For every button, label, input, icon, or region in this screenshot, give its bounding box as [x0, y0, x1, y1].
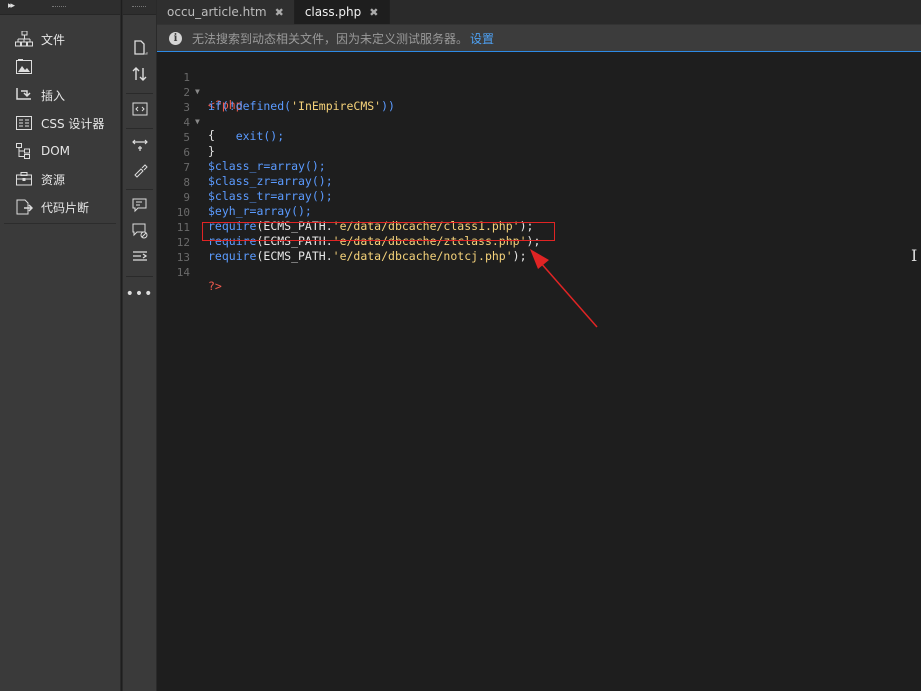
- annotation-arrow: [530, 249, 598, 328]
- annotation-arrow-head: [530, 249, 549, 269]
- annotation-arrow-shaft: [539, 261, 598, 328]
